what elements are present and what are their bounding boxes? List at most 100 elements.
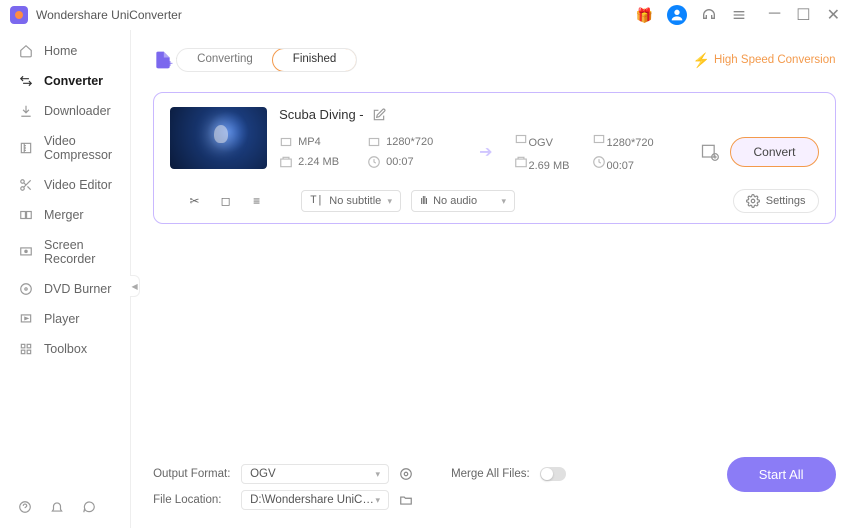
target-format: OGV: [528, 137, 552, 149]
more-icon[interactable]: ≡: [246, 194, 267, 208]
user-icon: [669, 7, 685, 23]
arrow-right-icon: ➔: [479, 142, 492, 162]
file-card: Scuba Diving - MP4 1280*720 2.24 MB 00:0…: [153, 92, 835, 224]
gift-icon[interactable]: 🎁: [635, 7, 652, 24]
sidebar-label: Player: [44, 312, 79, 326]
sidebar-label: Video Editor: [44, 178, 112, 192]
close-button[interactable]: ✕: [827, 5, 840, 25]
target-resolution: 1280*720: [606, 137, 653, 149]
main: ◀ + ▾ + ▾ Converting Finished ⚡ High Spe…: [131, 30, 850, 528]
tab-converting[interactable]: Converting: [177, 49, 273, 71]
sidebar: Home Converter Downloader Video Compress…: [0, 30, 131, 528]
gear-icon: [746, 194, 760, 208]
size-icon: [279, 155, 293, 169]
sidebar-item-player[interactable]: Player: [0, 304, 130, 334]
clock-icon: [592, 155, 606, 169]
crop-icon[interactable]: ◻: [215, 194, 236, 208]
chevron-down-icon: ▾: [376, 495, 381, 506]
file-location-select[interactable]: D:\Wondershare UniConverter ▾: [241, 490, 389, 510]
trim-icon[interactable]: ✂: [184, 194, 205, 208]
chevron-down-icon: ▾: [502, 196, 507, 207]
download-icon: [18, 104, 34, 118]
sidebar-item-dvd[interactable]: DVD Burner: [0, 274, 130, 304]
sidebar-label: Screen Recorder: [44, 238, 112, 266]
home-icon: [18, 44, 34, 58]
file-location-label: File Location:: [153, 494, 231, 506]
sidebar-label: Downloader: [44, 104, 111, 118]
resolution-icon: [592, 132, 606, 146]
output-format-value: OGV: [250, 468, 276, 480]
feedback-icon[interactable]: [82, 500, 96, 514]
sidebar-item-compressor[interactable]: Video Compressor: [0, 126, 130, 170]
hamburger-icon[interactable]: [731, 7, 747, 23]
toolbox-icon: [18, 342, 34, 356]
sidebar-item-merger[interactable]: Merger: [0, 200, 130, 230]
app-logo-icon: [10, 6, 28, 24]
sidebar-item-recorder[interactable]: Screen Recorder: [0, 230, 130, 274]
merge-toggle[interactable]: [540, 467, 566, 481]
tab-switch: Converting Finished: [176, 48, 357, 72]
convert-icon: [18, 74, 34, 88]
output-format-select[interactable]: OGV ▾: [241, 464, 389, 484]
chevron-down-icon: ▾: [388, 196, 393, 207]
item-settings-button[interactable]: Settings: [733, 189, 819, 213]
source-size: 2.24 MB: [298, 156, 339, 168]
clock-icon: [367, 155, 381, 169]
bottom-bar: Output Format: OGV ▾ Merge All Files: St…: [131, 452, 850, 528]
format-icon: [279, 135, 293, 149]
headset-icon[interactable]: [701, 7, 717, 23]
sidebar-label: Home: [44, 44, 77, 58]
player-icon: [18, 312, 34, 326]
subtitle-value: No subtitle: [329, 195, 381, 207]
source-duration: 00:07: [386, 156, 414, 168]
chevron-down-icon: ▾: [376, 469, 381, 480]
avatar[interactable]: [667, 5, 687, 25]
folder-icon[interactable]: [399, 493, 413, 507]
titlebar: Wondershare UniConverter 🎁 ─ ☐ ✕: [0, 0, 850, 30]
video-thumbnail[interactable]: [170, 107, 267, 169]
sidebar-item-downloader[interactable]: Downloader: [0, 96, 130, 126]
sidebar-item-toolbox[interactable]: Toolbox: [0, 334, 130, 364]
convert-button[interactable]: Convert: [730, 137, 818, 167]
sidebar-item-home[interactable]: Home: [0, 36, 130, 66]
target-size: 2.69 MB: [528, 160, 569, 172]
high-speed-label: High Speed Conversion: [714, 54, 835, 66]
output-settings-icon[interactable]: [700, 142, 720, 162]
format-icon: [514, 132, 528, 146]
target-duration: 00:07: [606, 160, 634, 172]
sidebar-label: Toolbox: [44, 342, 87, 356]
size-icon: [514, 155, 528, 169]
start-all-button[interactable]: Start All: [727, 457, 836, 492]
settings-label: Settings: [766, 195, 806, 207]
audio-value: No audio: [433, 195, 477, 207]
sidebar-label: Merger: [44, 208, 84, 222]
sidebar-label: DVD Burner: [44, 282, 111, 296]
collapse-sidebar-button[interactable]: ◀: [130, 275, 140, 297]
sidebar-item-editor[interactable]: Video Editor: [0, 170, 130, 200]
sidebar-label: Converter: [44, 74, 103, 88]
subtitle-select[interactable]: T| No subtitle ▾: [301, 190, 401, 212]
output-format-label: Output Format:: [153, 468, 231, 480]
merger-icon: [18, 208, 34, 222]
scissors-icon: [18, 178, 34, 192]
bell-icon[interactable]: [50, 500, 64, 514]
high-speed-toggle[interactable]: ⚡ High Speed Conversion: [693, 52, 836, 69]
source-format: MP4: [298, 136, 321, 148]
audio-select[interactable]: ıllı No audio ▾: [411, 190, 515, 212]
maximize-button[interactable]: ☐: [796, 5, 810, 25]
source-resolution: 1280*720: [386, 136, 433, 148]
file-title: Scuba Diving -: [279, 107, 364, 122]
format-settings-icon[interactable]: [399, 467, 413, 481]
lightning-icon: ⚡: [693, 52, 710, 69]
dvd-icon: [18, 282, 34, 296]
sidebar-label: Video Compressor: [44, 134, 112, 162]
minimize-button[interactable]: ─: [769, 5, 780, 25]
edit-icon[interactable]: [372, 108, 386, 122]
compress-icon: [18, 141, 34, 155]
tab-finished[interactable]: Finished: [272, 48, 357, 72]
file-location-value: D:\Wondershare UniConverter: [250, 494, 375, 506]
sidebar-item-converter[interactable]: Converter: [0, 66, 130, 96]
app-title: Wondershare UniConverter: [36, 8, 182, 22]
help-icon[interactable]: [18, 500, 32, 514]
resolution-icon: [367, 135, 381, 149]
